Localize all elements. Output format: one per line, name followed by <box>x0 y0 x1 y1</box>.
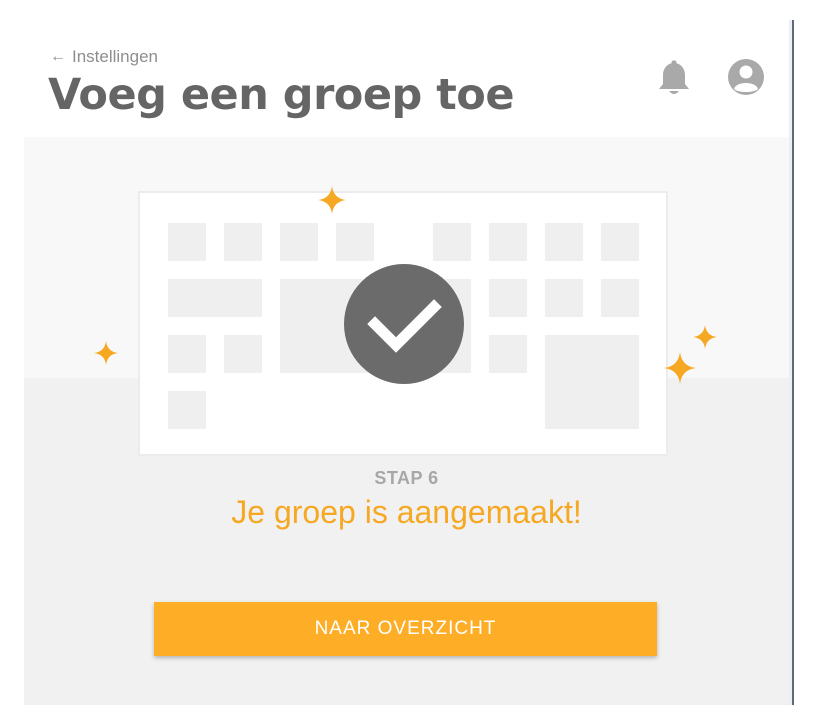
illustration-tile <box>168 391 206 429</box>
sparkle-icon <box>693 325 717 349</box>
illustration-tile <box>433 223 471 261</box>
window-edge <box>792 20 794 705</box>
illustration-tile <box>545 279 583 317</box>
go-to-overview-button[interactable]: NAAR OVERZICHT <box>154 602 657 656</box>
illustration-tile <box>489 223 527 261</box>
illustration-tile <box>601 279 639 317</box>
illustration-tile <box>601 223 639 261</box>
illustration-tile <box>168 335 206 373</box>
back-link-label: Instellingen <box>72 47 159 66</box>
back-arrow-icon: ← <box>50 48 66 65</box>
success-message: Je groep is aangemaakt! <box>231 494 582 530</box>
illustration-tile <box>545 223 583 261</box>
checkmark-icon <box>367 299 442 353</box>
page-title: Voeg een groep toe <box>48 70 515 120</box>
app-window: ← Instellingen Voeg een groep toe STAP 6… <box>24 20 789 705</box>
bell-icon[interactable] <box>657 60 691 98</box>
page-header: ← Instellingen Voeg een groep toe <box>24 20 789 137</box>
illustration-tile <box>336 223 374 261</box>
illustration-tile <box>489 335 527 373</box>
sparkle-icon <box>664 352 696 384</box>
illustration-tile <box>280 223 318 261</box>
back-link[interactable]: ← Instellingen <box>50 47 158 67</box>
illustration-tile <box>224 335 262 373</box>
illustration-tile <box>545 335 639 429</box>
illustration-tile <box>224 223 262 261</box>
sparkle-icon <box>318 186 346 214</box>
illustration-tile <box>168 223 206 261</box>
illustration-tile <box>489 279 527 317</box>
illustration-tile <box>168 279 262 317</box>
user-avatar-icon[interactable] <box>727 58 765 96</box>
step-label: STAP 6 <box>374 468 439 488</box>
sparkle-icon <box>94 341 118 365</box>
success-check-badge <box>344 264 464 384</box>
